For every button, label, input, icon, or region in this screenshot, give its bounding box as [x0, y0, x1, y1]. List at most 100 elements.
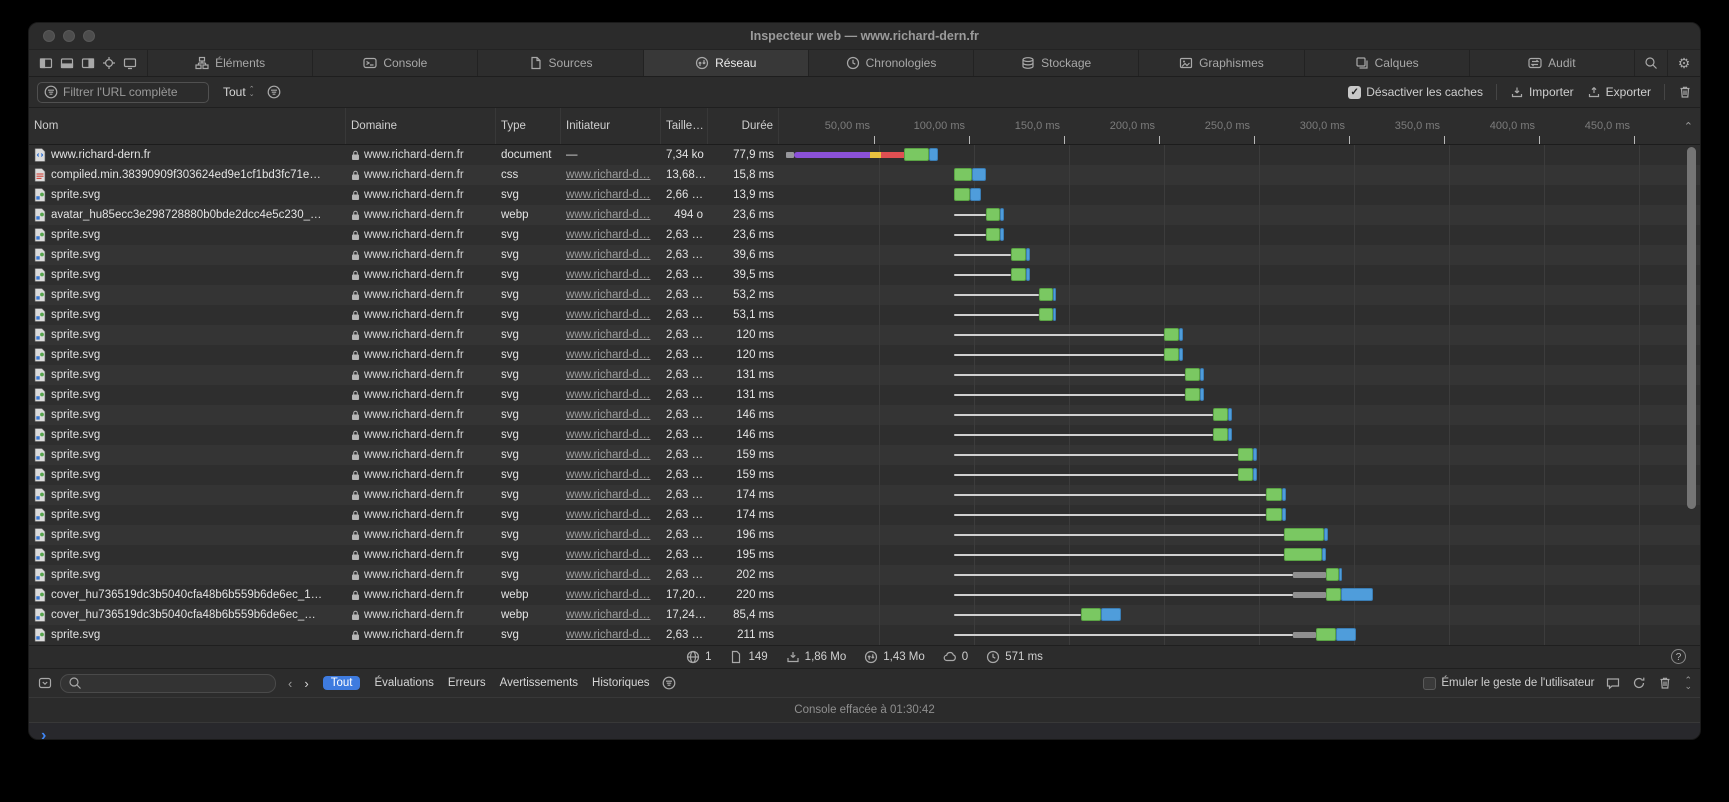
waterfall-cell — [779, 505, 1700, 525]
tab-audit[interactable]: Audit — [1470, 50, 1635, 76]
tab-calques[interactable]: Calques — [1305, 50, 1470, 76]
console-scope-avertissements[interactable]: Avertissements — [500, 677, 578, 689]
initiator-link[interactable]: www.richard-d… — [566, 349, 650, 361]
request-row[interactable]: sprite.svgwww.richard-dern.frsvgwww.rich… — [29, 625, 1700, 645]
clear-network-icon[interactable] — [1678, 85, 1692, 99]
initiator-link[interactable]: www.richard-d… — [566, 609, 650, 621]
request-row[interactable]: sprite.svgwww.richard-dern.frsvgwww.rich… — [29, 565, 1700, 585]
export-button[interactable]: Exporter — [1587, 85, 1651, 99]
console-scope-évaluations[interactable]: Évaluations — [374, 677, 433, 689]
tab-graphismes[interactable]: Graphismes — [1139, 50, 1304, 76]
import-button[interactable]: Importer — [1510, 85, 1574, 99]
request-row[interactable]: sprite.svgwww.richard-dern.frsvgwww.rich… — [29, 445, 1700, 465]
initiator-link[interactable]: www.richard-d… — [566, 389, 650, 401]
initiator-link[interactable]: www.richard-d… — [566, 529, 650, 541]
initiator-link[interactable]: www.richard-d… — [566, 249, 650, 261]
request-row[interactable]: sprite.svgwww.richard-dern.frsvgwww.rich… — [29, 225, 1700, 245]
console-reload-icon[interactable] — [1632, 676, 1646, 690]
collapse-waterfall-icon[interactable]: ⌃ — [1684, 120, 1693, 133]
request-row[interactable]: sprite.svgwww.richard-dern.frsvgwww.rich… — [29, 305, 1700, 325]
tab-réseau[interactable]: Réseau — [644, 50, 809, 76]
console-filter-menu-icon[interactable] — [662, 676, 676, 690]
initiator-link[interactable]: www.richard-d… — [566, 269, 650, 281]
request-row[interactable]: sprite.svgwww.richard-dern.frsvgwww.rich… — [29, 505, 1700, 525]
settings-button[interactable]: ⚙ — [1668, 50, 1700, 76]
tab-stockage[interactable]: Stockage — [974, 50, 1139, 76]
initiator-link[interactable]: www.richard-d… — [566, 289, 650, 301]
request-row[interactable]: sprite.svgwww.richard-dern.frsvgwww.rich… — [29, 285, 1700, 305]
tab-chronologies[interactable]: Chronologies — [809, 50, 974, 76]
console-trash-icon[interactable] — [1658, 676, 1672, 690]
tab-console[interactable]: Console — [313, 50, 478, 76]
console-resize-icon[interactable]: ⌃⌄ — [1684, 677, 1692, 689]
request-row[interactable]: sprite.svgwww.richard-dern.frsvgwww.rich… — [29, 525, 1700, 545]
initiator-link[interactable]: www.richard-d… — [566, 509, 650, 521]
request-row[interactable]: sprite.svgwww.richard-dern.frsvgwww.rich… — [29, 545, 1700, 565]
request-domain: www.richard-dern.fr — [364, 205, 464, 225]
request-row[interactable]: compiled.min.38390909f303624ed9e1cf1bd3f… — [29, 165, 1700, 185]
search-button[interactable] — [1635, 50, 1668, 76]
initiator-link[interactable]: www.richard-d… — [566, 309, 650, 321]
console-scope-tout[interactable]: Tout — [323, 676, 361, 690]
initiator-link[interactable]: www.richard-d… — [566, 229, 650, 241]
initiator-link[interactable]: www.richard-d… — [566, 629, 650, 641]
request-row[interactable]: cover_hu736519dc3b5040cfa48b6b559b6de6ec… — [29, 605, 1700, 625]
disable-caches-checkbox[interactable]: ✓ Désactiver les caches — [1348, 85, 1483, 99]
dock-left-icon[interactable] — [39, 56, 53, 70]
vertical-scrollbar[interactable] — [1687, 147, 1696, 509]
column-header-size[interactable]: Taille… — [661, 108, 708, 144]
column-header-domain[interactable]: Domaine — [346, 108, 496, 144]
initiator-link[interactable]: www.richard-d… — [566, 569, 650, 581]
request-row[interactable]: sprite.svgwww.richard-dern.frsvgwww.rich… — [29, 345, 1700, 365]
request-type: svg — [496, 365, 561, 385]
request-row[interactable]: sprite.svgwww.richard-dern.frsvgwww.rich… — [29, 465, 1700, 485]
emulate-gesture-checkbox[interactable]: Émuler le geste de l'utilisateur — [1423, 677, 1594, 690]
initiator-link[interactable]: www.richard-d… — [566, 549, 650, 561]
tab-sources[interactable]: Sources — [478, 50, 643, 76]
request-row[interactable]: cover_hu736519dc3b5040cfa48b6b559b6de6ec… — [29, 585, 1700, 605]
console-scope-erreurs[interactable]: Erreurs — [448, 677, 486, 689]
request-row[interactable]: sprite.svgwww.richard-dern.frsvgwww.rich… — [29, 385, 1700, 405]
tab-éléments[interactable]: Éléments — [148, 50, 313, 76]
request-row[interactable]: sprite.svgwww.richard-dern.frsvgwww.rich… — [29, 485, 1700, 505]
request-row[interactable]: www.richard-dern.frwww.richard-dern.frdo… — [29, 145, 1700, 165]
console-search-input[interactable] — [60, 674, 276, 693]
initiator-link[interactable]: www.richard-d… — [566, 329, 650, 341]
initiator-link[interactable]: www.richard-d… — [566, 209, 650, 221]
console-scope-historiques[interactable]: Historiques — [592, 677, 650, 689]
nav-forward-icon[interactable]: › — [304, 676, 308, 691]
column-header-type[interactable]: Type — [496, 108, 561, 144]
nav-back-icon[interactable]: ‹ — [288, 676, 292, 691]
resource-type-select[interactable]: Tout ⌃⌄ — [223, 85, 255, 99]
request-row[interactable]: avatar_hu85ecc3e298728880b0bde2dcc4e5c23… — [29, 205, 1700, 225]
initiator-link[interactable]: www.richard-d… — [566, 489, 650, 501]
initiator-link[interactable]: www.richard-d… — [566, 429, 650, 441]
request-row[interactable]: sprite.svgwww.richard-dern.frsvgwww.rich… — [29, 365, 1700, 385]
initiator-link[interactable]: www.richard-d… — [566, 449, 650, 461]
request-row[interactable]: sprite.svgwww.richard-dern.frsvgwww.rich… — [29, 185, 1700, 205]
help-button[interactable]: ? — [1671, 649, 1686, 664]
device-settings-icon[interactable] — [123, 56, 137, 70]
console-prompt[interactable]: › — [29, 722, 1700, 740]
initiator-link[interactable]: www.richard-d… — [566, 369, 650, 381]
dock-bottom-icon[interactable] — [60, 56, 74, 70]
column-header-duration[interactable]: Durée — [708, 108, 779, 144]
dock-right-icon[interactable] — [81, 56, 95, 70]
initiator-link[interactable]: www.richard-d… — [566, 409, 650, 421]
initiator-link[interactable]: www.richard-d… — [566, 469, 650, 481]
request-row[interactable]: sprite.svgwww.richard-dern.frsvgwww.rich… — [29, 245, 1700, 265]
element-picker-icon[interactable] — [102, 56, 116, 70]
column-header-name[interactable]: Nom — [29, 108, 346, 144]
url-filter-input[interactable]: Filtrer l'URL complète — [37, 82, 209, 103]
request-row[interactable]: sprite.svgwww.richard-dern.frsvgwww.rich… — [29, 265, 1700, 285]
initiator-link[interactable]: www.richard-d… — [566, 189, 650, 201]
request-row[interactable]: sprite.svgwww.richard-dern.frsvgwww.rich… — [29, 425, 1700, 445]
request-row[interactable]: sprite.svgwww.richard-dern.frsvgwww.rich… — [29, 325, 1700, 345]
console-bubble-icon[interactable] — [1606, 676, 1620, 690]
filter-menu-icon[interactable] — [267, 85, 281, 99]
initiator-link[interactable]: www.richard-d… — [566, 589, 650, 601]
request-row[interactable]: sprite.svgwww.richard-dern.frsvgwww.rich… — [29, 405, 1700, 425]
column-header-initiator[interactable]: Initiateur — [561, 108, 661, 144]
initiator-link[interactable]: www.richard-d… — [566, 169, 650, 181]
console-picker-icon[interactable] — [38, 676, 52, 690]
